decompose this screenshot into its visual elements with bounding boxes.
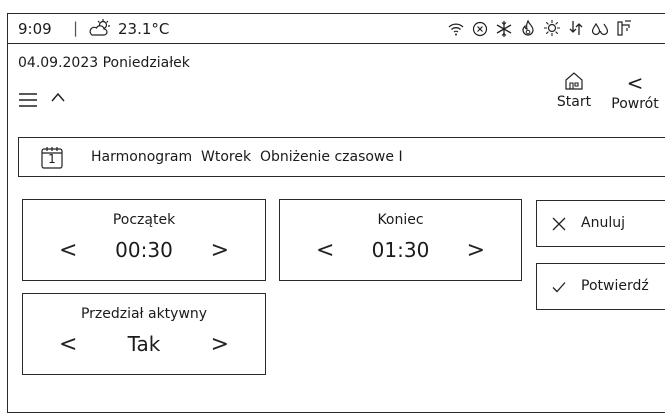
calendar-icon: 1 — [41, 146, 63, 169]
start-button[interactable]: Start — [550, 70, 598, 122]
sun-icon — [543, 18, 561, 38]
confirm-label: Potwierdź — [581, 278, 649, 294]
back-button[interactable]: < Powrót — [604, 70, 665, 122]
schedule-label: Harmonogram Wtorek Obniżenie czasowe I — [91, 149, 403, 165]
schedule-info-bar: 1 Harmonogram Wtorek Obniżenie czasowe I — [18, 137, 665, 177]
back-label: Powrót — [611, 96, 659, 112]
home-icon — [565, 72, 583, 90]
status-separator: | — [73, 19, 79, 37]
calendar-day-number: 1 — [48, 152, 56, 166]
start-label: Start — [556, 94, 592, 110]
outdoor-temperature: 23.1°C — [118, 20, 170, 38]
partly-sunny-icon — [89, 19, 110, 36]
start-time-field: Początek < 00:30 > — [22, 199, 266, 281]
hamburger-menu-icon[interactable] — [18, 92, 38, 108]
back-arrow-icon: < — [626, 71, 644, 95]
checkmark-icon — [552, 282, 566, 293]
close-icon — [552, 217, 566, 231]
water-drops-icon — [591, 18, 609, 38]
cancel-label: Anuluj — [581, 215, 625, 231]
start-time-increase[interactable]: > — [211, 238, 229, 264]
end-time-field: Koniec < 01:30 > — [279, 199, 522, 281]
active-period-field: Przedział aktywny < Tak > — [22, 293, 266, 375]
active-period-title: Przedział aktywny — [80, 306, 208, 322]
end-time-increase[interactable]: > — [467, 238, 485, 264]
end-time-title: Koniec — [377, 212, 424, 228]
clock: 9:09 — [18, 20, 52, 38]
wifi-icon — [447, 18, 465, 38]
close-circle-icon — [471, 18, 489, 38]
transfer-icon — [567, 18, 585, 38]
faucet-icon — [615, 18, 633, 38]
start-time-title: Początek — [112, 212, 176, 228]
status-bar: 9:09 | 23.1°C — [7, 13, 665, 44]
snowflake-icon — [495, 18, 513, 38]
current-date: 04.09.2023 Poniedziałek — [18, 55, 190, 71]
chevron-up-icon[interactable] — [50, 91, 66, 103]
cancel-button[interactable]: Anuluj — [536, 200, 665, 247]
active-period-next[interactable]: > — [211, 332, 229, 358]
status-icons — [447, 18, 633, 38]
confirm-button[interactable]: Potwierdź — [536, 263, 665, 310]
flame-icon — [519, 18, 537, 38]
